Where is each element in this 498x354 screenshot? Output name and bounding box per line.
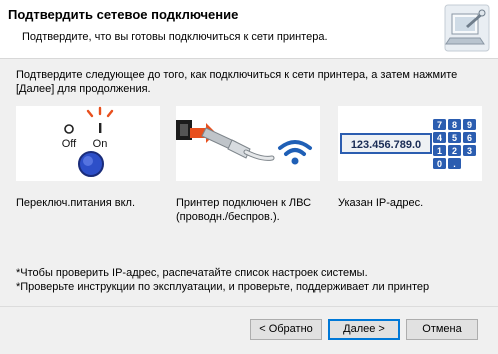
intro-line-2: [Далее] для продолжения. — [16, 83, 151, 95]
intro-line-1: Подтвердите следующее до того, как подкл… — [16, 69, 458, 81]
intro-text: Подтвердите следующее до того, как подкл… — [16, 68, 486, 96]
next-button[interactable]: Далее > — [328, 319, 400, 340]
note-line-2: *Проверьте инструкции по эксплуатации, и… — [16, 281, 430, 293]
on-label: On — [93, 138, 108, 150]
wizard-header: Подтвердить сетевое подключение Подтверд… — [0, 0, 498, 59]
lan-caption-line-1: Принтер подключен к ЛВС — [176, 197, 312, 209]
keypad-key-label: 7 — [437, 120, 442, 130]
footer-divider — [0, 306, 498, 307]
keypad-key-label: 3 — [467, 146, 472, 156]
power-caption: Переключ.питания вкл. — [16, 197, 136, 209]
network-setup-icon — [444, 4, 490, 52]
cancel-button[interactable]: Отмена — [406, 319, 478, 340]
lan-card — [176, 106, 320, 181]
keypad-key-label: . — [453, 159, 456, 169]
keypad: 7 8 9 4 5 6 1 2 3 0. — [433, 119, 476, 169]
lan-caption-line-2: (проводн./беспров.). — [176, 211, 280, 223]
power-switch-icon: Off On — [62, 106, 114, 177]
back-button[interactable]: < Обратно — [250, 319, 322, 340]
notes: *Чтобы проверить IP-адрес, распечатайте … — [16, 266, 429, 294]
keypad-key-label: 4 — [437, 133, 442, 143]
keypad-key-label: 1 — [437, 146, 442, 156]
ip-address-display: 123.456.789.0 — [351, 139, 421, 151]
power-switch-card: Off On — [16, 106, 160, 181]
page-subtitle: Подтвердите, что вы готовы подключиться … — [22, 31, 328, 43]
page-title: Подтвердить сетевое подключение — [8, 7, 239, 22]
ip-address-card: 123.456.789.0 789 456 123 0. — [338, 106, 482, 181]
keypad-key-label: 6 — [467, 133, 472, 143]
ip-keypad-icon: 123.456.789.0 7 8 9 4 5 6 1 2 3 0. — [340, 119, 476, 169]
keypad-key-label: 9 — [467, 120, 472, 130]
note-line-1: *Чтобы проверить IP-адрес, распечатайте … — [16, 267, 368, 279]
lan-caption: Принтер подключен к ЛВС (проводн./беспро… — [176, 196, 311, 224]
keypad-key-label: 5 — [452, 133, 457, 143]
keypad-key-label: 2 — [452, 146, 457, 156]
keypad-key-label: 0 — [437, 159, 442, 169]
off-label: Off — [62, 138, 77, 150]
wifi-icon — [278, 140, 312, 165]
keypad-key-label: 8 — [452, 120, 457, 130]
ip-caption: Указан IP-адрес. — [338, 197, 424, 209]
